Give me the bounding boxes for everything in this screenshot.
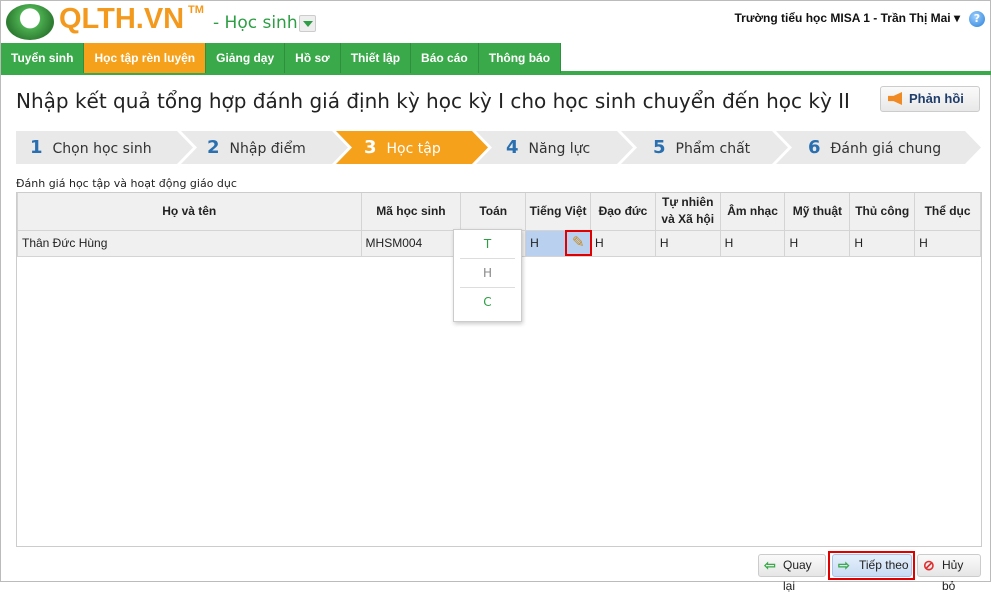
nav-tuyen-sinh[interactable]: Tuyển sinh (1, 43, 85, 73)
nav-bao-cao[interactable]: Báo cáo (411, 43, 479, 73)
trademark: TM (188, 4, 204, 16)
step-label: Học tập (386, 141, 441, 157)
back-button[interactable]: ⇦ Quay lại (758, 554, 826, 593)
step-number: 5 (653, 137, 666, 158)
step-number: 1 (30, 137, 43, 158)
step-number: 4 (506, 137, 519, 158)
col-name: Họ và tên (17, 193, 362, 231)
cell-am-nhac[interactable]: H (719, 229, 786, 257)
nav-giang-day[interactable]: Giảng dạy (206, 43, 286, 73)
logo: QLTH.VN (59, 3, 185, 35)
arrow-left-icon: ⇦ (764, 557, 776, 573)
step-label: Nhập điểm (229, 141, 306, 157)
grade-dropdown: T H C (453, 229, 522, 322)
step-2[interactable]: 2 Nhập điểm (181, 131, 348, 164)
cell-name: Thân Đức Hùng (17, 229, 362, 257)
cell-tnxh[interactable]: H (654, 229, 721, 257)
step-6[interactable]: 6 Đánh giá chung (776, 131, 981, 164)
feedback-button[interactable]: Phản hồi (880, 86, 980, 112)
cancel-button[interactable]: ⊘ Hủy bỏ (917, 554, 981, 593)
role-label: - Học sinh (213, 13, 298, 33)
step-number: 3 (364, 137, 377, 158)
cancel-label: Hủy bỏ (942, 558, 964, 593)
role-dropdown-button[interactable] (299, 15, 316, 32)
step-label: Năng lực (528, 141, 591, 157)
step-1[interactable]: 1 Chọn học sinh (16, 131, 193, 164)
help-icon[interactable]: ? (969, 11, 985, 27)
col-toan: Toán (460, 193, 527, 231)
col-the-duc: Thể dục (914, 193, 981, 231)
user-menu[interactable]: Trường tiểu học MISA 1 - Trần Thị Mai ▾ (735, 11, 961, 25)
option-c[interactable]: C (460, 288, 515, 317)
nav-hoc-tap-ren-luyen[interactable]: Học tập rèn luyện (84, 43, 207, 73)
cell-code: MHSM004 (360, 229, 462, 257)
next-button[interactable]: ⇨ Tiếp theo (832, 554, 912, 577)
step-5[interactable]: 5 Phẩm chất (621, 131, 788, 164)
cell-dao-duc[interactable]: H (590, 229, 656, 257)
caret-down-icon: ▾ (953, 11, 960, 25)
next-label: Tiếp theo (859, 558, 909, 572)
feedback-label: Phản hồi (909, 91, 964, 106)
step-label: Đánh giá chung (830, 141, 942, 157)
col-am-nhac: Âm nhạc (719, 193, 786, 231)
main-nav: Tuyển sinh Học tập rèn luyện Giảng dạy H… (1, 43, 991, 75)
nav-ho-so[interactable]: Hồ sơ (285, 43, 341, 73)
col-tnxh: Tự nhiên và Xã hội (654, 193, 721, 231)
user-label: Trường tiểu học MISA 1 - Trần Thị Mai (734, 11, 951, 25)
step-label: Phẩm chất (675, 141, 751, 157)
col-my-thuat: Mỹ thuật (784, 193, 851, 231)
back-label: Quay lại (783, 558, 812, 593)
col-code: Mã học sinh (360, 193, 462, 231)
megaphone-icon (888, 92, 902, 105)
step-label: Chọn học sinh (52, 141, 152, 157)
page-title: Nhập kết quả tổng hợp đánh giá định kỳ h… (16, 89, 850, 113)
col-dao-duc: Đạo đức (590, 193, 656, 231)
arrow-right-icon: ⇨ (838, 557, 850, 573)
col-tieng-viet: Tiếng Việt (525, 193, 592, 231)
col-thu-cong: Thủ công (849, 193, 916, 231)
nav-thiet-lap[interactable]: Thiết lập (340, 43, 412, 73)
cell-my-thuat[interactable]: H (784, 229, 851, 257)
nav-thong-bao[interactable]: Thông báo (478, 43, 562, 73)
option-t[interactable]: T (460, 230, 515, 259)
cell-thu-cong[interactable]: H (849, 229, 916, 257)
pencil-edit-icon[interactable] (565, 230, 592, 256)
cancel-icon: ⊘ (923, 557, 935, 573)
step-3[interactable]: 3 Học tập (336, 131, 488, 164)
header-row: Họ và tên Mã học sinh Toán Tiếng Việt Đạ… (17, 193, 981, 231)
step-number: 2 (207, 137, 220, 158)
section-label: Đánh giá học tập và hoạt động giáo dục (16, 177, 237, 190)
step-4[interactable]: 4 Năng lực (476, 131, 633, 164)
cell-the-duc[interactable]: H (914, 229, 981, 257)
step-number: 6 (808, 137, 821, 158)
option-h[interactable]: H (460, 259, 515, 288)
logo-icon (6, 4, 54, 40)
